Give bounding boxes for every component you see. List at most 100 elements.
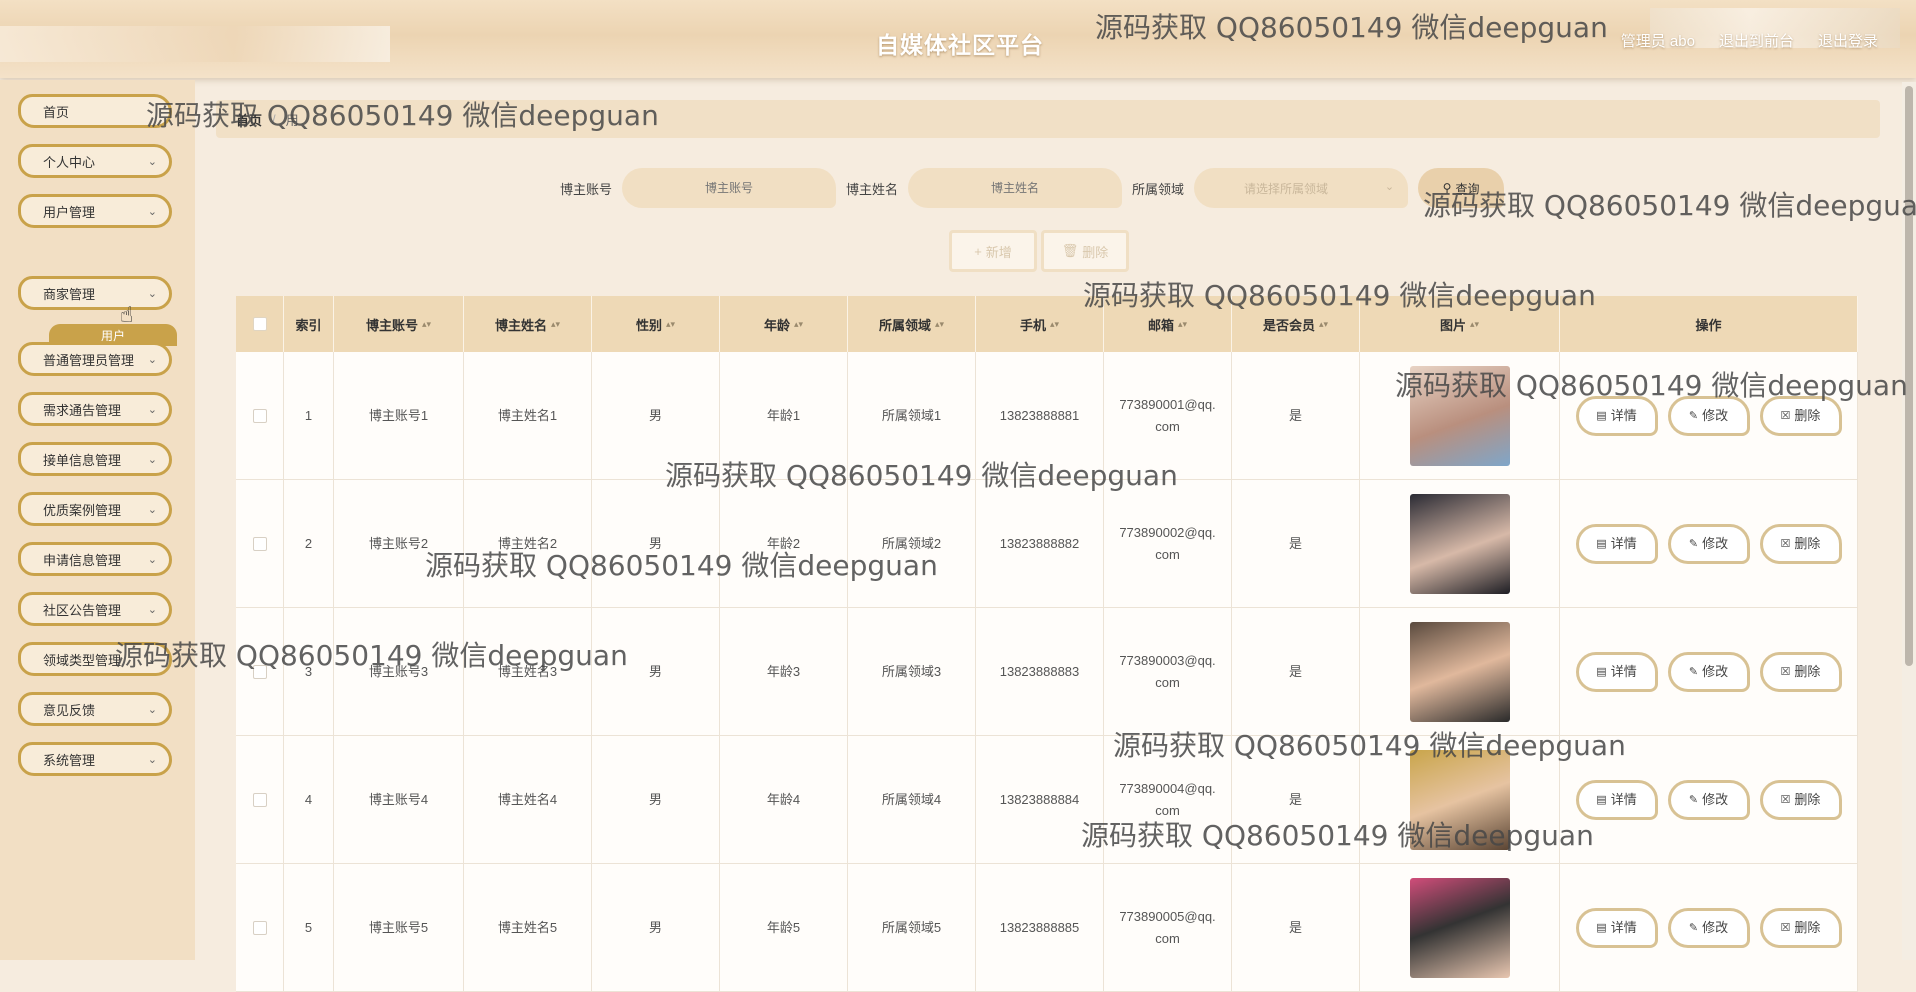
- trash-icon: ☒: [1780, 409, 1791, 422]
- sidebar-item[interactable]: 接单信息管理 ⌄: [18, 442, 172, 476]
- table-cell: 是: [1232, 608, 1360, 735]
- column-header[interactable]: 所属领域 ▴▾: [848, 296, 976, 352]
- column-header-label: 操作: [1695, 317, 1722, 333]
- edit-button[interactable]: ✎ 修改: [1667, 651, 1750, 692]
- logout-link[interactable]: 退出登录: [1818, 30, 1878, 51]
- detail-button[interactable]: ▤ 详情: [1575, 395, 1658, 436]
- page-scrollbar[interactable]: [1902, 82, 1916, 960]
- name-search-input[interactable]: [908, 168, 1123, 208]
- scrollbar-thumb[interactable]: [1905, 86, 1913, 666]
- column-header[interactable]: 博主账号 ▴▾: [334, 296, 464, 352]
- row-checkbox[interactable]: [252, 536, 267, 551]
- batch-delete-button[interactable]: 🗑 删除: [1041, 230, 1129, 272]
- sidebar-item[interactable]: 需求通告管理 ⌄: [18, 392, 172, 426]
- add-button[interactable]: + 新增: [949, 230, 1037, 272]
- field-select[interactable]: 请选择所属领域 ⌄: [1194, 168, 1409, 208]
- sort-icon[interactable]: ▴▾: [422, 319, 431, 330]
- cell-name: 博主姓名4: [497, 791, 558, 807]
- sidebar-item[interactable]: 领域类型管理 ⌄: [18, 642, 172, 676]
- table-cell: 13823888882: [976, 480, 1104, 607]
- edit-button-label: 修改: [1702, 407, 1729, 423]
- detail-button[interactable]: ▤ 详情: [1575, 651, 1658, 692]
- trash-icon: ☒: [1780, 793, 1791, 806]
- column-header[interactable]: 博主姓名 ▴▾: [464, 296, 592, 352]
- column-header-label: 索引: [295, 317, 322, 333]
- edit-button[interactable]: ✎ 修改: [1667, 907, 1750, 948]
- cell-member: 是: [1288, 919, 1302, 935]
- column-header[interactable]: 邮箱 ▴▾: [1104, 296, 1232, 352]
- cell-member: 是: [1288, 663, 1302, 679]
- delete-button[interactable]: ☒ 删除: [1759, 907, 1842, 948]
- query-button[interactable]: ⚲ 查询: [1418, 168, 1505, 208]
- sidebar-item[interactable]: 优质案例管理 ⌄: [18, 492, 172, 526]
- table-cell: 男: [592, 608, 720, 735]
- cell-name: 博主姓名5: [497, 919, 558, 935]
- column-header[interactable]: [236, 296, 284, 352]
- exit-to-front-link[interactable]: 退出到前台: [1719, 30, 1794, 51]
- edit-button[interactable]: ✎ 修改: [1667, 395, 1750, 436]
- edit-button-label: 修改: [1702, 791, 1729, 807]
- row-checkbox[interactable]: [252, 920, 267, 935]
- column-header[interactable]: 手机 ▴▾: [976, 296, 1104, 352]
- column-header-label: 所属领域: [878, 317, 931, 333]
- delete-button[interactable]: ☒ 删除: [1759, 395, 1842, 436]
- sidebar-item[interactable]: 普通管理员管理 ⌄: [18, 342, 172, 376]
- cell-gender: 男: [648, 535, 662, 551]
- table-cell: [1360, 864, 1560, 991]
- column-header[interactable]: 性别 ▴▾: [592, 296, 720, 352]
- select-all-checkbox[interactable]: [252, 317, 267, 331]
- detail-button[interactable]: ▤ 详情: [1575, 523, 1658, 564]
- sidebar-item[interactable]: 用户管理 ⌄: [18, 194, 172, 228]
- column-header[interactable]: 年龄 ▴▾: [720, 296, 848, 352]
- cell-field: 所属领域4: [881, 791, 942, 807]
- sidebar-item[interactable]: 社区公告管理 ⌄: [18, 592, 172, 626]
- delete-button[interactable]: ☒ 删除: [1759, 779, 1842, 820]
- delete-button[interactable]: ☒ 删除: [1759, 651, 1842, 692]
- cell-email: 773890004@qq.com: [1119, 780, 1216, 818]
- account-search-input[interactable]: [622, 168, 837, 208]
- detail-button[interactable]: ▤ 详情: [1575, 907, 1658, 948]
- sort-icon[interactable]: ▴▾: [1050, 319, 1059, 330]
- name-label: 博主姓名: [846, 181, 899, 197]
- sort-icon[interactable]: ▴▾: [794, 319, 803, 330]
- sort-icon[interactable]: ▴▾: [1319, 319, 1328, 330]
- cell-name: 博主姓名2: [497, 535, 558, 551]
- sort-icon[interactable]: ▴▾: [1470, 319, 1479, 330]
- table-cell: 博主姓名1: [464, 352, 592, 479]
- sort-icon[interactable]: ▴▾: [551, 319, 560, 330]
- table-cell: 773890004@qq.com: [1104, 736, 1232, 863]
- sort-icon[interactable]: ▴▾: [1178, 319, 1187, 330]
- sidebar-item[interactable]: 个人中心 ⌄: [18, 144, 172, 178]
- table-body: 1 博主账号1 博主姓名1 男 年龄1 所属领域1 13823888881 773890001…: [236, 352, 1858, 992]
- column-header[interactable]: 是否会员 ▴▾: [1232, 296, 1360, 352]
- cell-index: 2: [304, 535, 313, 551]
- edit-button[interactable]: ✎ 修改: [1667, 523, 1750, 564]
- table-cell: 3: [284, 608, 334, 735]
- sort-icon[interactable]: ▴▾: [935, 319, 944, 330]
- row-actions: ▤ 详情 ✎ 修改 ☒ 删除: [1575, 651, 1842, 692]
- table-cell: 4: [284, 736, 334, 863]
- sidebar-item[interactable]: 意见反馈 ⌄: [18, 692, 172, 726]
- sidebar-item[interactable]: 申请信息管理 ⌄: [18, 542, 172, 576]
- breadcrumb-home[interactable]: 首页: [236, 110, 262, 129]
- row-checkbox[interactable]: [252, 792, 267, 807]
- table-cell: 年龄1: [720, 352, 848, 479]
- account-label: 博主账号: [560, 181, 613, 197]
- detail-button[interactable]: ▤ 详情: [1575, 779, 1658, 820]
- delete-button-label: 删除: [1794, 663, 1821, 679]
- column-header[interactable]: 图片 ▴▾: [1360, 296, 1560, 352]
- delete-button[interactable]: ☒ 删除: [1759, 523, 1842, 564]
- sidebar-item[interactable]: 商家管理 ⌄: [18, 276, 172, 310]
- edit-button[interactable]: ✎ 修改: [1667, 779, 1750, 820]
- sidebar-item-label: 意见反馈: [43, 702, 96, 718]
- blogger-photo: [1409, 365, 1510, 466]
- cell-age: 年龄1: [766, 407, 801, 423]
- blogger-photo: [1409, 621, 1510, 722]
- row-checkbox[interactable]: [252, 664, 267, 679]
- cell-email: 773890002@qq.com: [1119, 524, 1216, 562]
- row-checkbox[interactable]: [252, 408, 267, 423]
- sidebar-item[interactable]: 首页: [18, 94, 172, 128]
- table-cell: 13823888885: [976, 864, 1104, 991]
- sort-icon[interactable]: ▴▾: [666, 319, 675, 330]
- sidebar-item[interactable]: 系统管理 ⌄: [18, 742, 172, 776]
